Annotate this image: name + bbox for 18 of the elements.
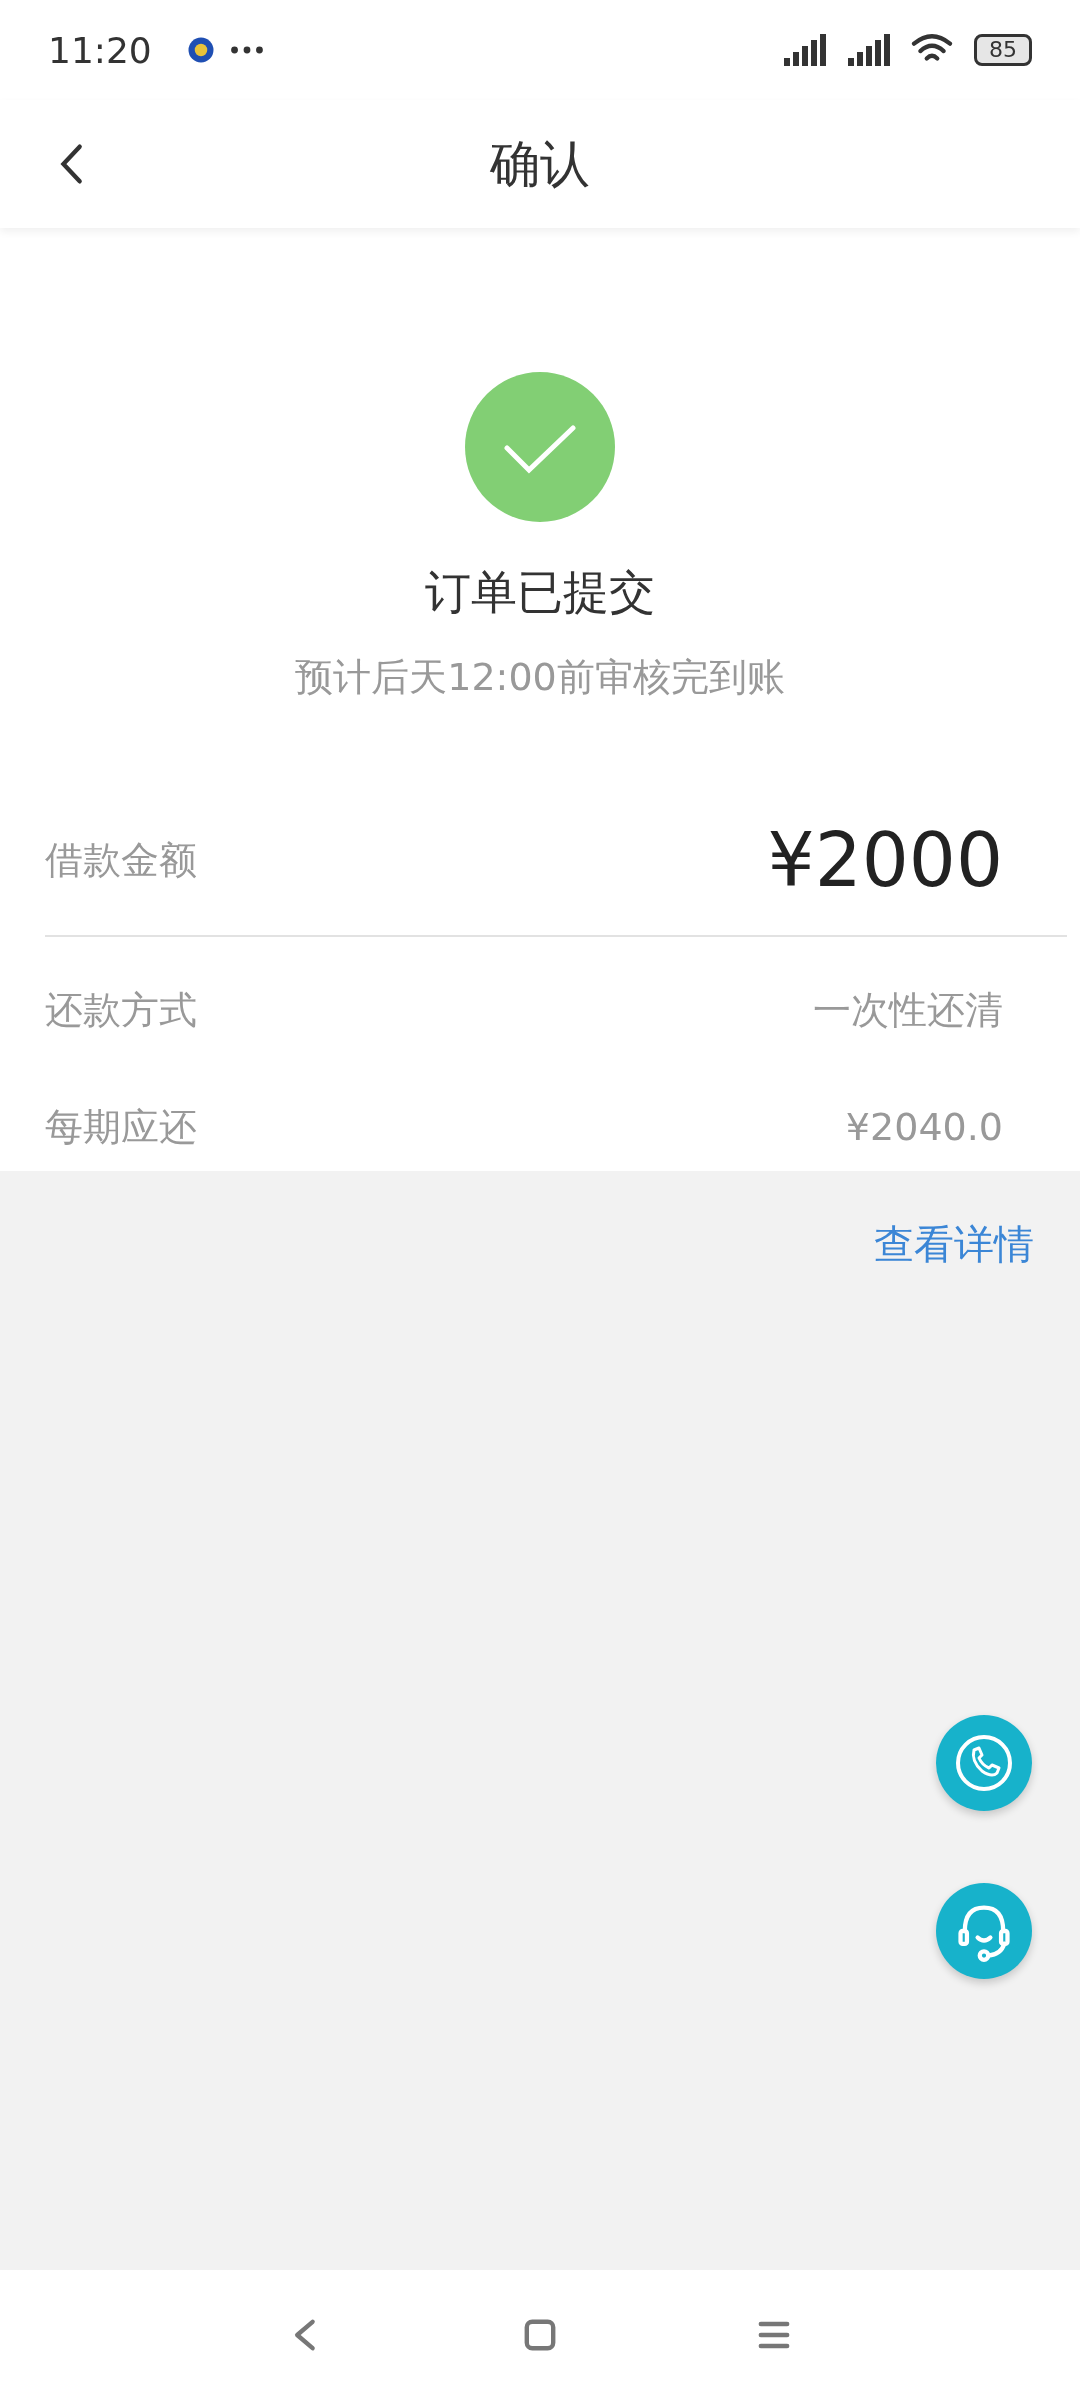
battery-icon: 85 — [974, 34, 1032, 66]
row-label: 借款金额 — [45, 836, 197, 884]
phone-icon — [954, 1733, 1014, 1793]
row-label: 每期应还 — [45, 1103, 197, 1151]
details-link[interactable]: 查看详情 — [874, 1217, 1034, 1272]
result-subtitle: 预计后天12:00前审核完到账 — [295, 654, 785, 701]
result-title: 订单已提交 — [425, 564, 655, 621]
more-notifications-icon — [229, 45, 264, 55]
row-label: 还款方式 — [45, 986, 197, 1034]
loan-amount: ¥2000 — [767, 817, 1003, 903]
row-value: ¥2040.0 — [845, 1105, 1003, 1149]
customer-service-button[interactable] — [936, 1883, 1032, 1979]
phone-button[interactable] — [936, 1715, 1032, 1811]
status-time: 11:20 — [48, 29, 152, 71]
row-value: 一次性还清 — [813, 986, 1003, 1034]
success-check-icon — [465, 372, 615, 522]
back-button[interactable] — [58, 142, 84, 186]
page-title: 确认 — [490, 133, 590, 195]
